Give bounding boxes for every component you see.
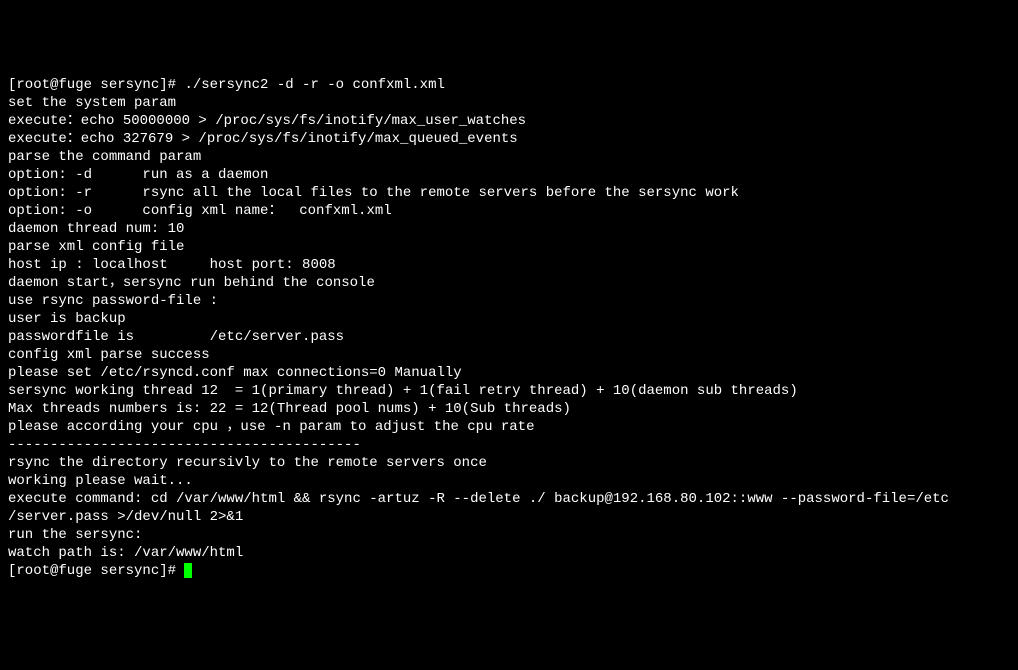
- output-line: parse xml config file: [8, 238, 1010, 256]
- output-line: please according your cpu ，use -n param …: [8, 418, 1010, 436]
- output-line: /server.pass >/dev/null 2>&1: [8, 508, 1010, 526]
- output-line: user is backup: [8, 310, 1010, 328]
- output-line: Max threads numbers is: 22 = 12(Thread p…: [8, 400, 1010, 418]
- output-line: rsync the directory recursivly to the re…: [8, 454, 1010, 472]
- cursor-icon: [184, 563, 192, 578]
- output-line: execute：echo 50000000 > /proc/sys/fs/ino…: [8, 112, 1010, 130]
- output-line: ----------------------------------------…: [8, 436, 1010, 454]
- output-line: working please wait...: [8, 472, 1010, 490]
- output-line: option: -d run as a daemon: [8, 166, 1010, 184]
- terminal-window[interactable]: [root@fuge sersync]# ./sersync2 -d -r -o…: [8, 76, 1010, 580]
- output-line: run the sersync:: [8, 526, 1010, 544]
- output-line: daemon start，sersync run behind the cons…: [8, 274, 1010, 292]
- output-line: sersync working thread 12 = 1(primary th…: [8, 382, 1010, 400]
- output-line: watch path is: /var/www/html: [8, 544, 1010, 562]
- output-line: use rsync password-file :: [8, 292, 1010, 310]
- shell-prompt: [root@fuge sersync]#: [8, 563, 184, 579]
- output-line: execute command: cd /var/www/html && rsy…: [8, 490, 1010, 508]
- command-line: [root@fuge sersync]# ./sersync2 -d -r -o…: [8, 76, 1010, 94]
- output-line: option: -r rsync all the local files to …: [8, 184, 1010, 202]
- output-line: daemon thread num: 10: [8, 220, 1010, 238]
- prompt-line: [root@fuge sersync]#: [8, 562, 1010, 580]
- output-line: host ip : localhost host port: 8008: [8, 256, 1010, 274]
- output-line: set the system param: [8, 94, 1010, 112]
- output-line: please set /etc/rsyncd.conf max connecti…: [8, 364, 1010, 382]
- shell-prompt: [root@fuge sersync]#: [8, 77, 184, 93]
- output-line: execute：echo 327679 > /proc/sys/fs/inoti…: [8, 130, 1010, 148]
- output-line: config xml parse success: [8, 346, 1010, 364]
- output-line: passwordfile is /etc/server.pass: [8, 328, 1010, 346]
- output-line: parse the command param: [8, 148, 1010, 166]
- typed-command: ./sersync2 -d -r -o confxml.xml: [184, 77, 444, 93]
- output-line: option: -o config xml name： confxml.xml: [8, 202, 1010, 220]
